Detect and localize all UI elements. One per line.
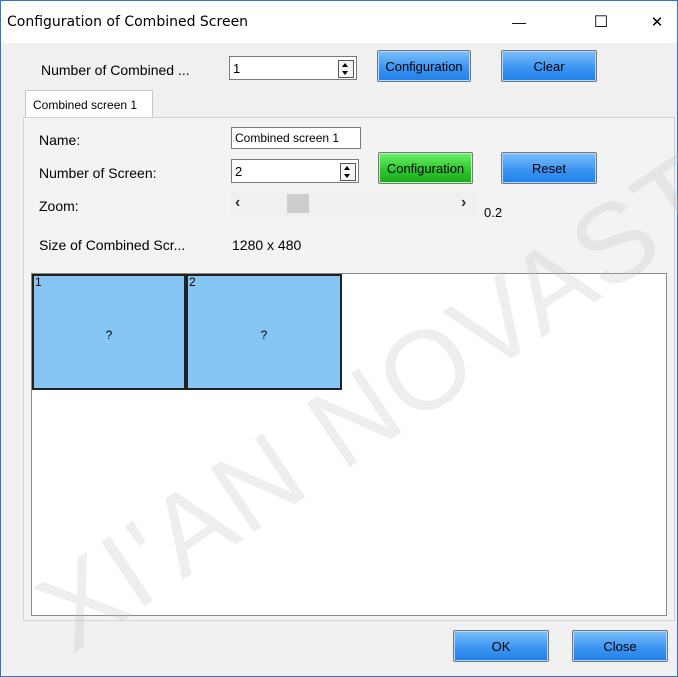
number-of-combined-value: 1 xyxy=(233,61,241,76)
name-input[interactable]: Combined screen 1 xyxy=(231,127,361,149)
chevron-left-icon[interactable]: ‹ xyxy=(235,194,240,212)
tab-combined-screen-1[interactable]: Combined screen 1 xyxy=(25,90,153,118)
combined-screen-canvas[interactable]: 1 ? 2 ? xyxy=(31,273,667,616)
zoom-slider[interactable]: ‹ › xyxy=(231,192,477,216)
number-of-screen-value: 2 xyxy=(235,164,243,179)
close-icon: ✕ xyxy=(650,14,664,31)
zoom-value: 0.2 xyxy=(484,205,503,220)
title-bar[interactable]: Configuration of Combined Screen — ☐ ✕ xyxy=(1,1,677,43)
number-of-combined-label: Number of Combined ... xyxy=(41,62,190,78)
size-of-combined-label: Size of Combined Scr... xyxy=(39,237,186,253)
ok-button[interactable]: OK xyxy=(453,630,549,662)
number-of-screen-label: Number of Screen: xyxy=(39,165,157,181)
number-of-combined-spinbox[interactable]: 1 xyxy=(229,56,357,80)
close-button[interactable]: Close xyxy=(572,630,668,662)
spin-arrows-icon[interactable] xyxy=(340,163,356,181)
clear-button[interactable]: Clear xyxy=(501,50,597,82)
zoom-label: Zoom: xyxy=(39,198,79,214)
name-label: Name: xyxy=(39,132,81,148)
close-window-button[interactable]: ✕ xyxy=(637,7,677,37)
dialog-window: Configuration of Combined Screen — ☐ ✕ N… xyxy=(0,0,678,677)
size-of-combined-value: 1280 x 480 xyxy=(232,237,302,253)
maximize-button[interactable]: ☐ xyxy=(581,7,621,37)
screen-number: 2 xyxy=(189,275,196,289)
top-configuration-button[interactable]: Configuration xyxy=(377,50,471,82)
number-of-screen-spinbox[interactable]: 2 xyxy=(231,159,359,183)
screen-number: 1 xyxy=(35,275,42,289)
minimize-icon: — xyxy=(512,14,526,30)
screen-tile[interactable]: 1 ? xyxy=(32,274,186,390)
chevron-right-icon[interactable]: › xyxy=(461,194,466,212)
reset-button[interactable]: Reset xyxy=(501,152,597,184)
tab-label: Combined screen 1 xyxy=(33,98,138,112)
screen-configuration-button[interactable]: Configuration xyxy=(378,152,473,184)
window-title: Configuration of Combined Screen xyxy=(7,14,249,30)
zoom-slider-thumb[interactable] xyxy=(287,194,309,213)
spin-arrows-icon[interactable] xyxy=(338,60,354,78)
screen-content: ? xyxy=(260,328,268,342)
maximize-icon: ☐ xyxy=(593,14,609,31)
screen-tile[interactable]: 2 ? xyxy=(186,274,342,390)
screen-content: ? xyxy=(105,328,113,342)
minimize-button[interactable]: — xyxy=(499,7,539,37)
